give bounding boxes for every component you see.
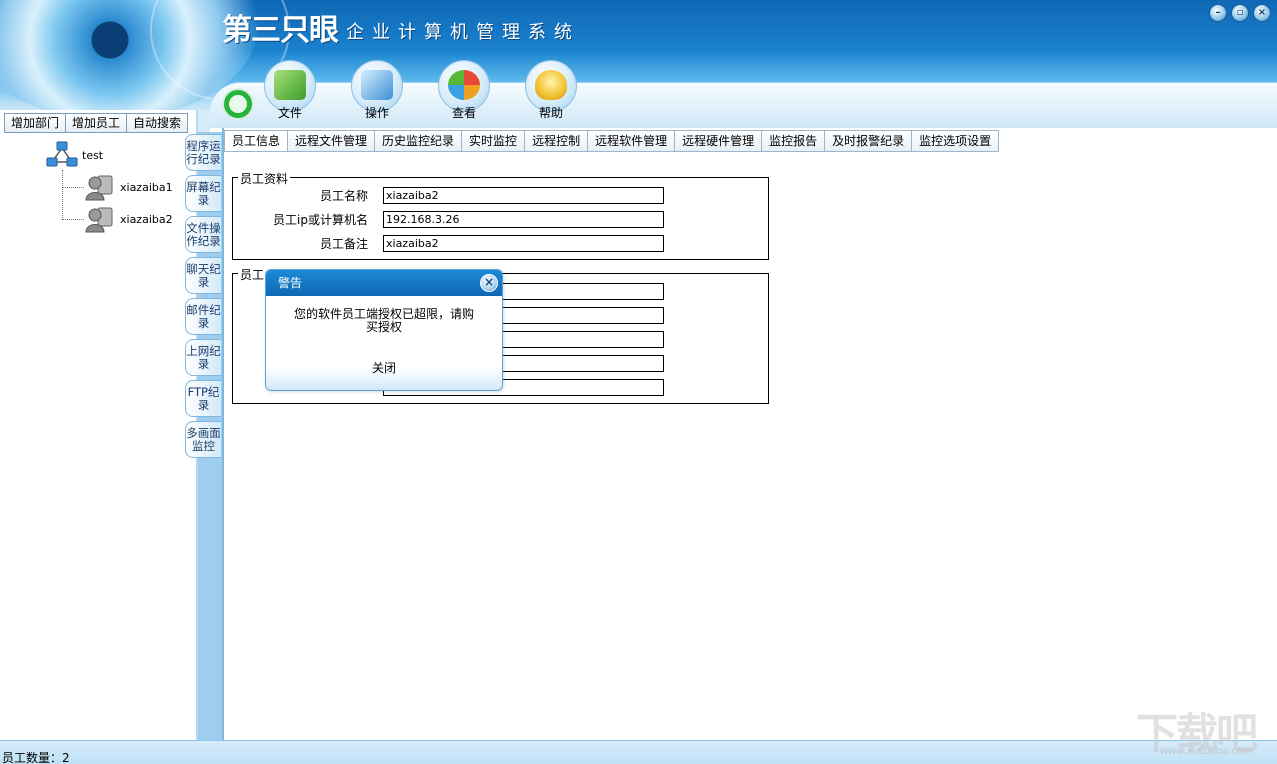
network-group-icon bbox=[46, 141, 78, 167]
toolbar-view-button[interactable]: 查看 bbox=[432, 60, 496, 124]
dialog-title: 警告 bbox=[278, 276, 303, 290]
vtab-program-records[interactable]: 程序运行纪录 bbox=[185, 134, 221, 171]
employee-count: 员工数量：2 bbox=[2, 751, 70, 764]
left-button-row: 增加部门 增加员工 自动搜索 bbox=[4, 113, 189, 133]
app-logo: 第三只眼 bbox=[222, 13, 339, 48]
tab-remote-software-management[interactable]: 远程软件管理 bbox=[587, 130, 675, 152]
tab-history-monitor-records[interactable]: 历史监控纪录 bbox=[374, 130, 462, 152]
employee-ip-field[interactable]: 192.168.3.26 bbox=[383, 211, 664, 228]
vtab-ftp-records[interactable]: FTP纪录 bbox=[185, 380, 221, 417]
vtab-mail-records[interactable]: 邮件纪录 bbox=[185, 298, 221, 335]
toolbar-file-button[interactable]: 文件 bbox=[258, 60, 322, 124]
dialog-close-icon[interactable]: × bbox=[480, 274, 498, 292]
status-bar: 员工数量：2 bbox=[0, 740, 1277, 764]
toolbar-view-label: 查看 bbox=[451, 106, 476, 120]
employee-name-label: 员工名称 bbox=[319, 189, 368, 203]
tab-remote-file-management[interactable]: 远程文件管理 bbox=[287, 130, 375, 152]
toolbar-operation-button[interactable]: 操作 bbox=[345, 60, 409, 124]
tab-alarm-records[interactable]: 及时报警纪录 bbox=[824, 130, 912, 152]
toolbar-help-label: 帮助 bbox=[538, 106, 563, 120]
tab-employee-info[interactable]: 员工信息 bbox=[224, 130, 288, 152]
minimize-icon[interactable]: – bbox=[1209, 4, 1227, 22]
status-ring-icon[interactable] bbox=[224, 90, 252, 118]
dialog-message: 您的软件员工端授权已超限，请购 买授权 bbox=[266, 296, 502, 354]
help-lamp-icon bbox=[535, 70, 567, 100]
toolbar-help-button[interactable]: 帮助 bbox=[519, 60, 583, 124]
tree-employee-xiazaiba1[interactable]: xiazaiba1 bbox=[120, 181, 173, 194]
dialog-footer: 关闭 bbox=[266, 352, 502, 390]
tree-root-label[interactable]: test bbox=[82, 149, 103, 162]
add-department-button[interactable]: 增加部门 bbox=[4, 113, 66, 133]
employee-computer-icon bbox=[85, 207, 113, 233]
tree-line bbox=[62, 187, 84, 188]
warning-dialog: 警告 × 您的软件员工端授权已超限，请购 买授权 关闭 bbox=[265, 269, 503, 391]
close-icon[interactable]: × bbox=[1253, 4, 1271, 22]
employee-info-legend: 员工资料 bbox=[238, 170, 291, 187]
vtab-web-records[interactable]: 上网纪录 bbox=[185, 339, 221, 376]
dialog-message-line2: 买授权 bbox=[365, 320, 402, 334]
restore-icon[interactable]: ▫ bbox=[1231, 4, 1249, 22]
employee-computer-icon bbox=[85, 175, 113, 201]
function-tabbar: 员工信息 远程文件管理 历史监控纪录 实时监控 远程控制 远程软件管理 远程硬件… bbox=[224, 130, 1000, 152]
tab-remote-control[interactable]: 远程控制 bbox=[524, 130, 588, 152]
tab-realtime-monitor[interactable]: 实时监控 bbox=[461, 130, 525, 152]
toolbar-operation-label: 操作 bbox=[364, 106, 389, 120]
operation-icon bbox=[361, 70, 393, 100]
tree-employee-xiazaiba2[interactable]: xiazaiba2 bbox=[120, 213, 173, 226]
app-header: 第三只眼 企业计算机管理系统 – ▫ × bbox=[0, 0, 1277, 128]
vtab-file-operation-records[interactable]: 文件操作纪录 bbox=[185, 216, 221, 253]
file-folder-icon bbox=[274, 70, 306, 100]
employee-ip-label: 员工ip或计算机名 bbox=[273, 213, 368, 227]
auto-search-button[interactable]: 自动搜索 bbox=[126, 113, 189, 133]
tab-monitor-report[interactable]: 监控报告 bbox=[761, 130, 825, 152]
tree-line bbox=[62, 219, 84, 220]
vtab-multi-screen-monitor[interactable]: 多画面监控 bbox=[185, 421, 221, 458]
employee-note-field[interactable]: xiazaiba2 bbox=[383, 235, 664, 252]
vtab-chat-records[interactable]: 聊天纪录 bbox=[185, 257, 221, 294]
window-controls: – ▫ × bbox=[1209, 4, 1271, 22]
employee-note-label: 员工备注 bbox=[319, 237, 368, 251]
view-icon bbox=[448, 70, 480, 100]
toolbar-file-label: 文件 bbox=[277, 106, 302, 120]
vtab-screen-records[interactable]: 屏幕纪录 bbox=[185, 175, 221, 212]
tab-remote-hardware-management[interactable]: 远程硬件管理 bbox=[674, 130, 762, 152]
tab-monitor-options[interactable]: 监控选项设置 bbox=[911, 130, 1000, 152]
add-employee-button[interactable]: 增加员工 bbox=[65, 113, 127, 133]
dialog-close-button[interactable]: 关闭 bbox=[362, 357, 406, 378]
employee-group-2-legend: 员工 bbox=[238, 266, 267, 283]
dialog-titlebar: 警告 × bbox=[266, 270, 502, 296]
watermark-url: www.xiazaiba.com bbox=[1160, 746, 1253, 757]
tree-line bbox=[62, 170, 63, 220]
employee-name-field[interactable]: xiazaiba2 bbox=[383, 187, 664, 204]
app-title: 企业计算机管理系统 bbox=[346, 22, 580, 43]
